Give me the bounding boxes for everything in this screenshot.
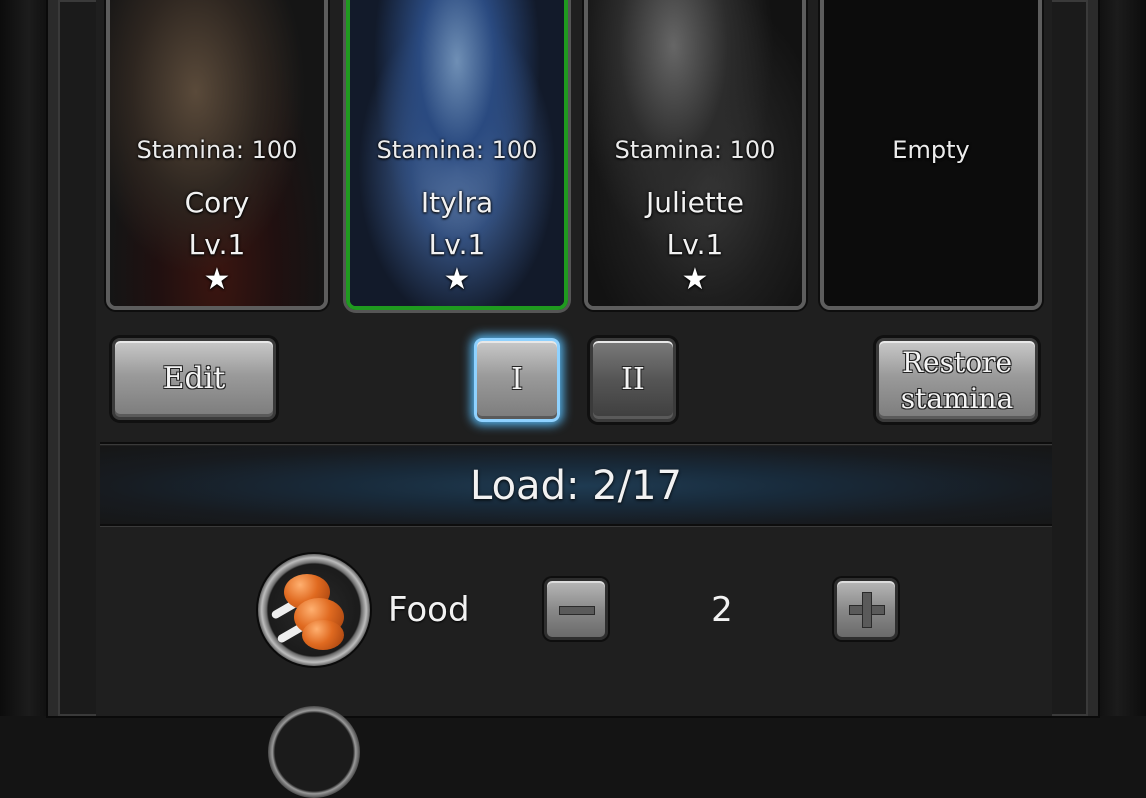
team-2-button[interactable]: II (590, 338, 676, 422)
item-quantity: 2 (711, 590, 733, 630)
edit-button[interactable]: Edit (112, 338, 276, 420)
star-icon: ★ (443, 262, 471, 297)
background-left (0, 0, 48, 716)
character-level: Lv.1 (188, 228, 246, 261)
character-card-itylra[interactable]: Stamina: 100 Itylra Lv.1 ★ (346, 0, 568, 310)
character-stamina: Stamina: 100 (614, 136, 776, 164)
character-slot-empty[interactable]: Empty (820, 0, 1042, 310)
star-icon: ★ (681, 262, 709, 297)
empty-slot-label: Empty (892, 136, 970, 164)
minus-icon (559, 606, 595, 615)
character-card-cory[interactable]: Stamina: 100 Cory Lv.1 ★ (106, 0, 328, 310)
decrease-quantity-button[interactable] (544, 578, 608, 640)
character-card-juliette[interactable]: Stamina: 100 Juliette Lv.1 ★ (584, 0, 806, 310)
next-item-icon (268, 706, 360, 798)
divider (100, 524, 1052, 527)
team-1-button[interactable]: I (474, 338, 560, 422)
item-name-food: Food (388, 590, 470, 630)
star-icon: ★ (203, 262, 231, 297)
load-indicator: Load: 2/17 (100, 446, 1052, 526)
restore-stamina-button[interactable]: Restore stamina (876, 338, 1038, 422)
character-name: Juliette (646, 186, 744, 219)
character-level: Lv.1 (428, 228, 486, 261)
divider (100, 442, 1052, 445)
character-stamina: Stamina: 100 (136, 136, 298, 164)
character-name: Cory (184, 186, 250, 219)
meat-shape (302, 620, 344, 650)
character-level: Lv.1 (666, 228, 724, 261)
background-right (1098, 0, 1146, 716)
character-stamina: Stamina: 100 (376, 136, 538, 164)
increase-quantity-button[interactable] (834, 578, 898, 640)
food-meat-icon (258, 554, 370, 666)
plus-icon-vertical (862, 592, 872, 628)
character-name: Itylra (420, 186, 494, 219)
